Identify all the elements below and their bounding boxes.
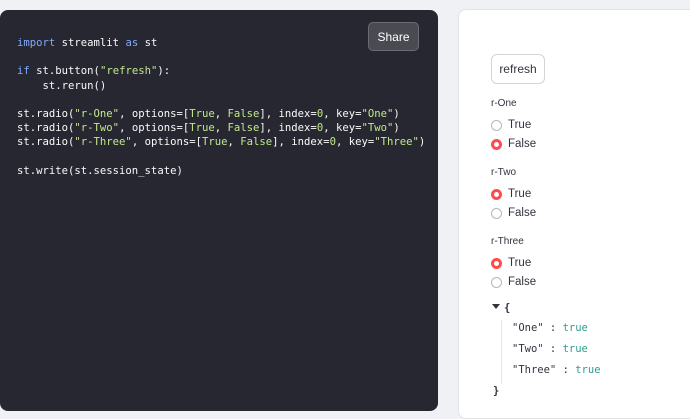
- json-value: true: [562, 343, 588, 355]
- radio-option-label: False: [508, 138, 537, 150]
- code-line: import streamlit as st: [17, 37, 158, 49]
- radio-option-label: True: [508, 188, 532, 200]
- code-line: st.radio("r-One", options=[True, False],…: [17, 107, 400, 120]
- radio-three-option-false[interactable]: False: [491, 274, 536, 290]
- json-value: true: [562, 322, 588, 334]
- json-close-brace: }: [493, 385, 500, 397]
- app-preview-panel: refresh r-One True False r-Two True Fals…: [458, 9, 690, 419]
- radio-three-option-true[interactable]: True: [491, 255, 531, 271]
- radio-option-label: False: [508, 207, 537, 219]
- radio-circle-icon[interactable]: [491, 257, 502, 269]
- radio-circle-icon[interactable]: [491, 188, 502, 200]
- collapse-caret-icon[interactable]: [492, 304, 500, 309]
- code-line: st.radio("r-Two", options=[True, False],…: [17, 122, 400, 135]
- share-button[interactable]: Share: [368, 22, 419, 51]
- json-open-brace: {: [504, 302, 511, 314]
- code-line: if st.button("refresh"):: [17, 65, 171, 78]
- code-editor-panel: import streamlit as st if st.button("refr…: [0, 10, 438, 411]
- json-key: "Two": [512, 343, 544, 355]
- radio-option-label: True: [508, 119, 532, 131]
- json-entry: "Three" : true: [512, 364, 601, 376]
- code-line: st.radio("r-Three", options=[True, False…: [17, 136, 426, 149]
- code-line: st.rerun(): [17, 79, 107, 92]
- radio-option-label: True: [508, 257, 532, 269]
- radio-label-one: r-One: [491, 98, 517, 109]
- json-value: true: [575, 364, 601, 376]
- json-key: "Three": [512, 364, 557, 376]
- radio-circle-icon[interactable]: [491, 138, 502, 150]
- radio-two-option-true[interactable]: True: [491, 186, 531, 202]
- radio-two-option-false[interactable]: False: [491, 205, 536, 221]
- radio-label-two: r-Two: [491, 167, 516, 178]
- radio-one-option-true[interactable]: True: [491, 117, 531, 133]
- refresh-button[interactable]: refresh: [491, 54, 545, 84]
- json-key: "One": [512, 322, 544, 334]
- radio-one-option-false[interactable]: False: [491, 136, 536, 152]
- radio-label-three: r-Three: [491, 236, 524, 247]
- code-line: st.write(st.session_state): [17, 164, 183, 177]
- code-editor[interactable]: import streamlit as st if st.button("refr…: [17, 36, 425, 178]
- json-entry: "Two" : true: [512, 343, 588, 355]
- radio-option-label: False: [508, 276, 537, 288]
- json-indent-guide: [501, 320, 502, 384]
- radio-circle-icon[interactable]: [491, 119, 502, 131]
- radio-circle-icon[interactable]: [491, 276, 502, 288]
- radio-circle-icon[interactable]: [491, 207, 502, 219]
- json-entry: "One" : true: [512, 322, 588, 334]
